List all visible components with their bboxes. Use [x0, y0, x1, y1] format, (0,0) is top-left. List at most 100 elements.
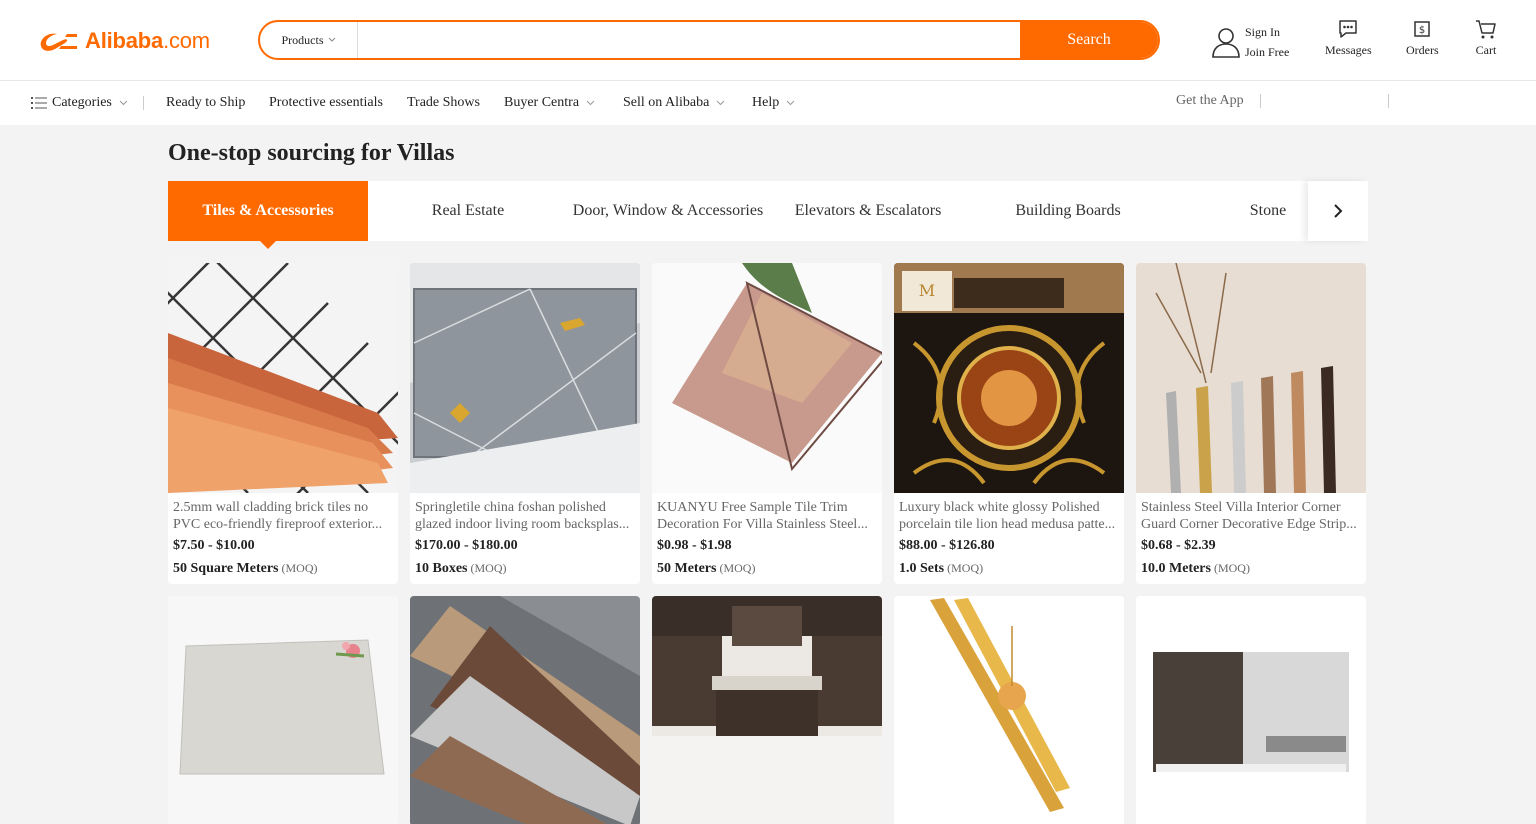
- product-image-corner-guard[interactable]: [1136, 263, 1366, 493]
- product-moq: 10 Boxes (MOQ): [415, 559, 635, 578]
- chevron-down-icon: [586, 100, 595, 106]
- product-image-brick-tiles[interactable]: [168, 263, 398, 493]
- chevron-down-icon: [119, 100, 128, 106]
- product-moq: 50 Meters (MOQ): [657, 559, 877, 578]
- category-tabs: Tiles & Accessories Real Estate Door, Wi…: [168, 181, 1368, 249]
- product-title[interactable]: Luxury black white glossy Polished porce…: [899, 499, 1119, 533]
- orders-button[interactable]: $ Orders: [1406, 18, 1439, 58]
- search-input[interactable]: [358, 22, 1020, 58]
- product-moq: 50 Square Meters (MOQ): [173, 559, 393, 578]
- product-title[interactable]: Springletile china foshan polished glaze…: [415, 499, 635, 533]
- nav-sell-on-alibaba-label: Sell on Alibaba: [623, 95, 710, 110]
- nav-categories-label: Categories: [52, 95, 112, 110]
- moq-quantity: 50 Square Meters: [173, 561, 279, 576]
- chevron-down-icon: [786, 100, 795, 106]
- product-card[interactable]: M Luxury black white glossy Polished por…: [894, 263, 1124, 584]
- nav-protective-essentials[interactable]: Protective essentials: [269, 81, 383, 125]
- product-card[interactable]: [652, 596, 882, 824]
- product-price: $88.00 - $126.80: [899, 538, 995, 553]
- tab-door-window-accessories[interactable]: Door, Window & Accessories: [568, 181, 768, 241]
- page-title: One-stop sourcing for Villas: [168, 140, 455, 166]
- product-card[interactable]: 2.5mm wall cladding brick tiles no PVC e…: [168, 263, 398, 584]
- product-moq: 10.0 Meters (MOQ): [1141, 559, 1361, 578]
- orders-label: Orders: [1406, 43, 1439, 57]
- tab-elevators-escalators[interactable]: Elevators & Escalators: [768, 181, 968, 241]
- logo-wordmark: Alibaba.com: [85, 28, 210, 54]
- moq-quantity: 10 Boxes: [415, 561, 468, 576]
- product-card[interactable]: [410, 596, 640, 824]
- product-price: $0.98 - $1.98: [657, 538, 732, 553]
- tab-building-boards[interactable]: Building Boards: [968, 181, 1168, 241]
- cart-label: Cart: [1475, 43, 1497, 57]
- orders-icon: $: [1414, 21, 1431, 37]
- chevron-down-icon: [328, 37, 335, 42]
- product-card[interactable]: [168, 596, 398, 824]
- logo-brand: Alibaba: [85, 28, 164, 53]
- nav-sell-on-alibaba[interactable]: Sell on Alibaba: [623, 81, 725, 125]
- nav-divider: [1388, 94, 1389, 108]
- svg-text:$: $: [1419, 25, 1425, 36]
- nav-buyer-centra-label: Buyer Centra: [504, 95, 580, 110]
- nav-ready-to-ship[interactable]: Ready to Ship: [166, 81, 245, 125]
- product-image-grey-tile[interactable]: [168, 596, 398, 824]
- tab-tiles-accessories[interactable]: Tiles & Accessories: [168, 181, 368, 249]
- tabs-next-button[interactable]: [1308, 181, 1368, 241]
- product-card[interactable]: [894, 596, 1124, 824]
- product-title[interactable]: 2.5mm wall cladding brick tiles no PVC e…: [173, 499, 393, 533]
- account-menu[interactable]: Sign In Join Free: [1211, 22, 1289, 62]
- messages-button[interactable]: Messages: [1325, 18, 1372, 58]
- product-image-steel-profiles[interactable]: [410, 596, 640, 824]
- product-card[interactable]: Stainless Steel Villa Interior Corner Gu…: [1136, 263, 1366, 584]
- get-the-app-link[interactable]: Get the App: [1176, 79, 1244, 123]
- nav-help[interactable]: Help: [752, 81, 795, 125]
- tab-real-estate[interactable]: Real Estate: [368, 181, 568, 241]
- cart-button[interactable]: Cart: [1474, 18, 1498, 58]
- product-image-medusa-tile[interactable]: M: [894, 263, 1124, 493]
- product-title[interactable]: Stainless Steel Villa Interior Corner Gu…: [1141, 499, 1361, 533]
- nav-divider: [1260, 94, 1261, 108]
- search-type-label: Products: [281, 32, 324, 47]
- user-icon: [1212, 28, 1240, 58]
- product-image-kitchen[interactable]: [652, 596, 882, 824]
- product-card[interactable]: Springletile china foshan polished glaze…: [410, 263, 640, 584]
- svg-text:M: M: [919, 281, 935, 300]
- nav-help-label: Help: [752, 95, 780, 110]
- chevron-right-icon: [1334, 204, 1343, 218]
- sign-in-link[interactable]: Sign In: [1245, 22, 1289, 42]
- moq-quantity: 10.0 Meters: [1141, 561, 1211, 576]
- moq-label: (MOQ): [719, 561, 756, 575]
- nav-trade-shows[interactable]: Trade Shows: [407, 81, 480, 125]
- product-price: $7.50 - $10.00: [173, 538, 255, 553]
- list-icon: [31, 97, 47, 109]
- moq-label: (MOQ): [281, 561, 318, 575]
- product-title[interactable]: KUANYU Free Sample Tile Trim Decoration …: [657, 499, 877, 533]
- product-image-bathroom-wall[interactable]: [1136, 596, 1366, 824]
- logo-suffix: .com: [163, 28, 210, 53]
- cart-icon: [1476, 20, 1496, 39]
- nav-divider: [143, 96, 144, 110]
- search-button[interactable]: Search: [1020, 22, 1158, 58]
- product-card[interactable]: KUANYU Free Sample Tile Trim Decoration …: [652, 263, 882, 584]
- moq-label: (MOQ): [1213, 561, 1250, 575]
- product-image-tile-trim[interactable]: [652, 263, 882, 493]
- moq-label: (MOQ): [947, 561, 984, 575]
- moq-label: (MOQ): [470, 561, 507, 575]
- product-image-marble-tile[interactable]: [410, 263, 640, 493]
- header: Alibaba.com Products Search Sign In Join…: [0, 0, 1536, 81]
- messages-icon: [1339, 20, 1358, 38]
- chevron-down-icon: [716, 100, 725, 106]
- alibaba-logo-icon: [40, 33, 77, 51]
- product-price: $0.68 - $2.39: [1141, 538, 1216, 553]
- messages-label: Messages: [1325, 43, 1372, 57]
- moq-quantity: 1.0 Sets: [899, 561, 945, 576]
- main-nav: Categories Ready to Ship Protective esse…: [0, 81, 1536, 125]
- product-price: $170.00 - $180.00: [415, 538, 518, 553]
- moq-quantity: 50 Meters: [657, 561, 717, 576]
- nav-buyer-centra[interactable]: Buyer Centra: [504, 81, 595, 125]
- product-image-gold-strip[interactable]: [894, 596, 1124, 824]
- alibaba-logo[interactable]: Alibaba.com: [37, 26, 210, 56]
- nav-categories[interactable]: Categories: [31, 81, 128, 125]
- join-free-link[interactable]: Join Free: [1245, 42, 1289, 62]
- search-type-dropdown[interactable]: Products: [260, 22, 358, 58]
- product-card[interactable]: [1136, 596, 1366, 824]
